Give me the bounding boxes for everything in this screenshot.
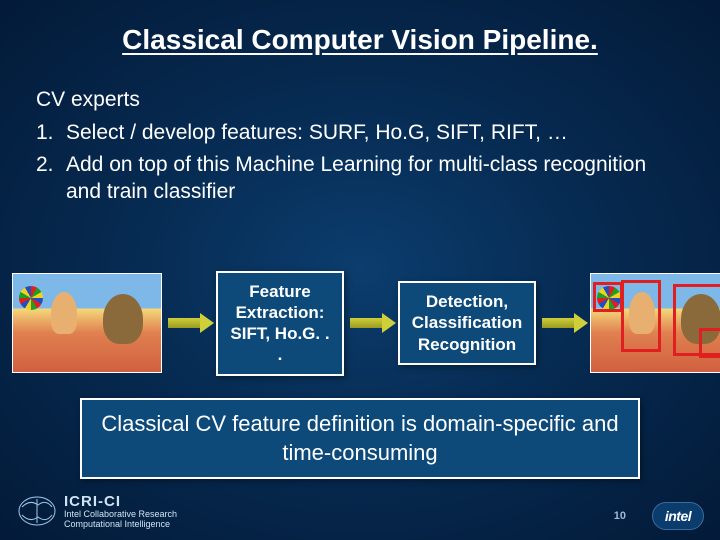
arrow-icon bbox=[538, 313, 588, 333]
stage-line: SIFT, Ho.G. . . bbox=[228, 323, 332, 366]
summary-callout: Classical CV feature definition is domai… bbox=[80, 398, 640, 479]
detection-box-overlay bbox=[593, 282, 623, 312]
subtitle: CV experts bbox=[36, 86, 684, 113]
list-text: Add on top of this Machine Learning for … bbox=[66, 151, 684, 206]
pipeline-diagram: Feature Extraction: SIFT, Ho.G. . . Dete… bbox=[12, 268, 708, 378]
beach-ball-icon bbox=[19, 286, 43, 310]
arrow-icon bbox=[164, 313, 214, 333]
feature-extraction-box: Feature Extraction: SIFT, Ho.G. . . bbox=[216, 271, 344, 376]
arrow-icon bbox=[346, 313, 396, 333]
stage-line: Feature bbox=[228, 281, 332, 302]
logo-main: ICRI-CI bbox=[64, 494, 177, 511]
stage-line: Extraction: bbox=[228, 302, 332, 323]
list-number: 2. bbox=[36, 151, 66, 206]
stage-line: Detection, bbox=[410, 291, 524, 312]
logo-text: ICRI-CI Intel Collaborative Research Com… bbox=[64, 494, 177, 530]
dog-figure bbox=[103, 294, 143, 344]
list-item: 2. Add on top of this Machine Learning f… bbox=[36, 151, 684, 206]
stage-line: Classification bbox=[410, 312, 524, 333]
icri-logo: ICRI-CI Intel Collaborative Research Com… bbox=[16, 494, 177, 530]
detection-box: Detection, Classification Recognition bbox=[398, 281, 536, 365]
list-item: 1. Select / develop features: SURF, Ho.G… bbox=[36, 119, 684, 146]
detection-box-overlay bbox=[699, 328, 720, 358]
stage-line: Recognition bbox=[410, 334, 524, 355]
output-image bbox=[590, 273, 720, 373]
intel-logo: intel bbox=[652, 502, 704, 530]
logo-sub: Computational Intelligence bbox=[64, 520, 177, 530]
brain-icon bbox=[16, 495, 58, 529]
slide-title: Classical Computer Vision Pipeline. bbox=[0, 0, 720, 56]
content-area: CV experts 1. Select / develop features:… bbox=[0, 56, 720, 205]
list-text: Select / develop features: SURF, Ho.G, S… bbox=[66, 119, 684, 146]
detection-box-overlay bbox=[621, 280, 661, 352]
list-number: 1. bbox=[36, 119, 66, 146]
child-figure bbox=[51, 292, 77, 334]
footer: ICRI-CI Intel Collaborative Research Com… bbox=[0, 494, 720, 534]
input-image bbox=[12, 273, 162, 373]
